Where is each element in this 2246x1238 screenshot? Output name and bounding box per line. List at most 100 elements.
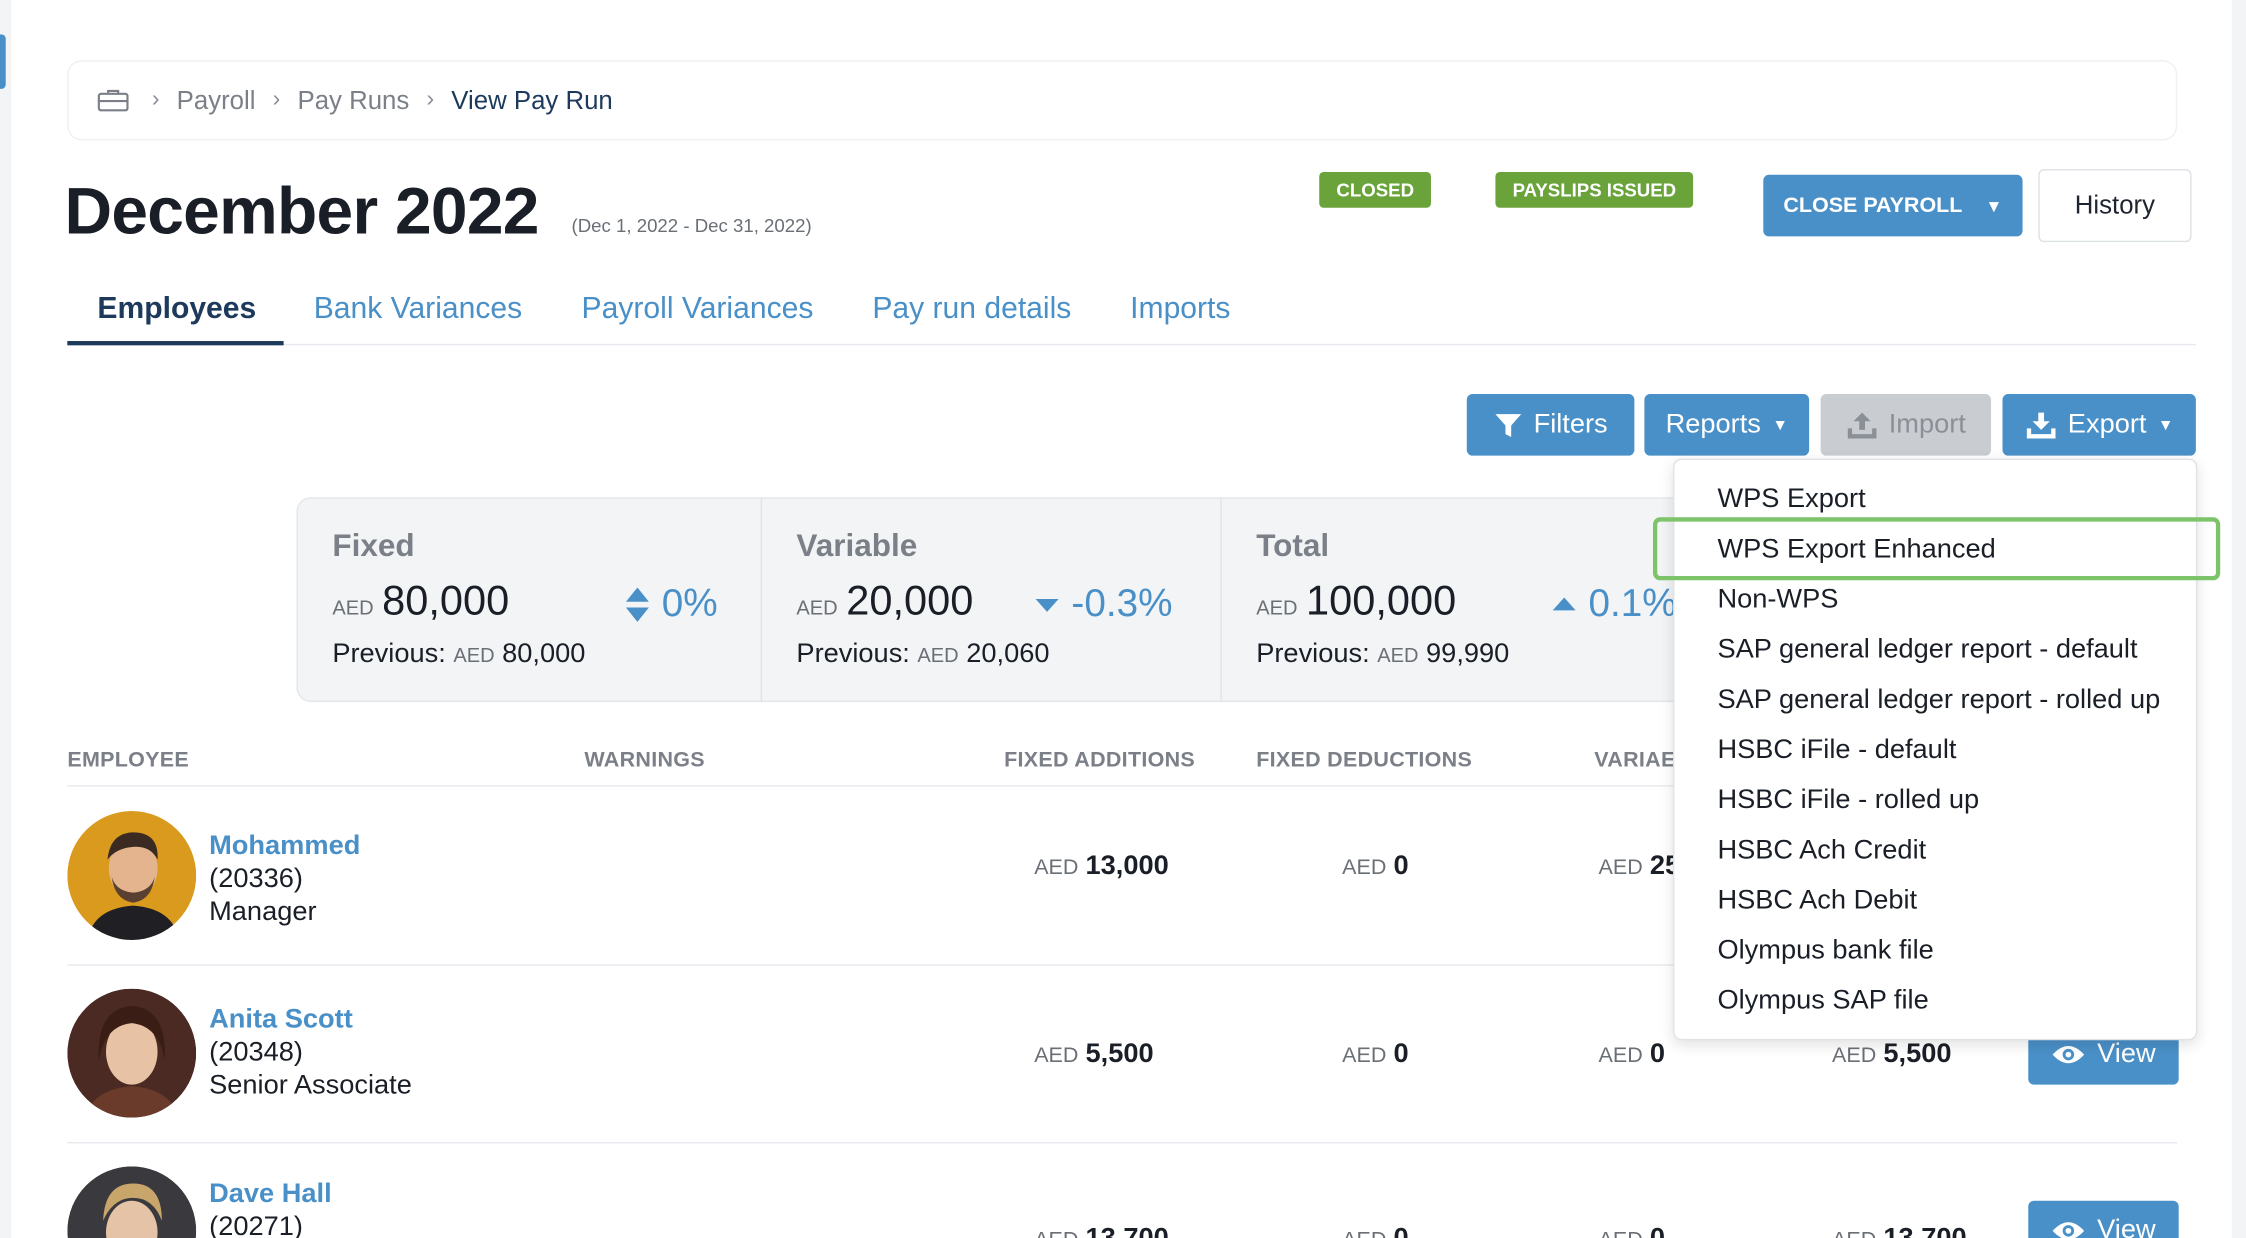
breadcrumb-payroll[interactable]: Payroll bbox=[177, 85, 256, 115]
employee-name-link[interactable]: Mohammed bbox=[209, 831, 360, 863]
summary-value: AED 80,000 bbox=[332, 578, 510, 625]
breadcrumb-view-pay-run: View Pay Run bbox=[451, 85, 613, 114]
employee-id: (20348) bbox=[209, 1037, 303, 1068]
fixed-deductions-value: AED0 bbox=[1342, 1224, 1408, 1238]
summary-change: 0% bbox=[625, 582, 718, 626]
history-button[interactable]: History bbox=[2038, 169, 2192, 243]
export-label: Export bbox=[2067, 409, 2147, 440]
view-label: View bbox=[2097, 1215, 2156, 1238]
page-title: December 2022 bbox=[64, 173, 539, 248]
tab-pay-run-details[interactable]: Pay run details bbox=[872, 292, 1071, 326]
caret-down-icon[interactable]: ▼ bbox=[1965, 196, 2022, 216]
menu-item-sap-gl-rolled-up[interactable]: SAP general ledger report - rolled up bbox=[1717, 685, 2160, 717]
menu-item-sap-gl-default[interactable]: SAP general ledger report - default bbox=[1717, 635, 2137, 667]
row-divider bbox=[67, 1141, 2178, 1144]
view-label: View bbox=[2097, 1038, 2156, 1069]
import-button[interactable]: Import bbox=[1820, 394, 1992, 456]
summary-fixed: Fixed AED 80,000 0% Previous: AED 80,000 bbox=[298, 499, 761, 701]
employee-role: Senior Associate bbox=[209, 1070, 412, 1101]
export-button[interactable]: Export ▼ bbox=[2002, 394, 2196, 456]
fixed-additions-value: AED 13,000 bbox=[1034, 851, 1169, 882]
chevron-right-icon: › bbox=[272, 87, 281, 112]
fixed-additions-value: AED13,700 bbox=[1034, 1224, 1169, 1238]
summary-change: -0.3% bbox=[1034, 582, 1172, 626]
status-badge-payslips-issued: PAYSLIPS ISSUED bbox=[1495, 171, 1694, 208]
summary-previous: Previous: AED 80,000 bbox=[332, 639, 586, 670]
caret-down-icon bbox=[1035, 598, 1059, 612]
summary-value: AED 20,000 bbox=[796, 578, 974, 625]
menu-item-hsbc-ach-credit[interactable]: HSBC Ach Credit bbox=[1717, 835, 1926, 867]
chevron-right-icon: › bbox=[151, 87, 160, 112]
tab-bank-variances[interactable]: Bank Variances bbox=[314, 292, 522, 326]
column-header-fixed-additions[interactable]: FIXED ADDITIONS bbox=[1004, 748, 1195, 772]
tab-employees[interactable]: Employees bbox=[97, 292, 256, 326]
reports-label: Reports bbox=[1665, 409, 1761, 440]
avatar[interactable] bbox=[67, 811, 197, 940]
menu-item-olympus-bank-file[interactable]: Olympus bank file bbox=[1717, 936, 1933, 968]
summary-previous: Previous: AED 99,990 bbox=[1256, 639, 1510, 670]
employee-id: (20271) bbox=[209, 1212, 303, 1238]
fixed-deductions-value: AED0 bbox=[1342, 1038, 1409, 1069]
menu-item-wps-export[interactable]: WPS Export bbox=[1717, 484, 1865, 516]
status-badge-closed: CLOSED bbox=[1319, 171, 1432, 208]
tab-imports[interactable]: Imports bbox=[1130, 292, 1230, 326]
summary-panel: Fixed AED 80,000 0% Previous: AED 80,000 … bbox=[296, 497, 1729, 703]
close-payroll-button[interactable]: CLOSE PAYROLL ▼ bbox=[1763, 174, 2023, 237]
column-header-fixed-deductions[interactable]: FIXED DEDUCTIONS bbox=[1256, 748, 1472, 772]
filters-label: Filters bbox=[1533, 409, 1608, 440]
download-icon bbox=[2026, 411, 2055, 438]
variable-value: AED0 bbox=[1598, 1038, 1666, 1069]
filter-icon bbox=[1494, 413, 1521, 437]
column-header-variable[interactable]: VARIAE bbox=[1594, 748, 1675, 772]
fixed-deductions-value: AED0 bbox=[1342, 851, 1409, 882]
right-scroll-edge bbox=[2231, 0, 2246, 1238]
column-header-warnings[interactable]: WARNINGS bbox=[584, 748, 704, 772]
avatar[interactable] bbox=[67, 1166, 197, 1238]
employee-role: Manager bbox=[209, 896, 317, 928]
net-pay-value: AED 5,500 bbox=[1832, 1038, 1952, 1069]
breadcrumb-pay-runs[interactable]: Pay Runs bbox=[297, 85, 409, 115]
avatar[interactable] bbox=[67, 988, 197, 1118]
date-range: (Dec 1, 2022 - Dec 31, 2022) bbox=[571, 214, 812, 237]
employee-id: (20336) bbox=[209, 864, 303, 895]
menu-item-hsbc-ifile-default[interactable]: HSBC iFile - default bbox=[1717, 735, 1956, 767]
table-row: Dave Hall (20271) AED13,700 AED0 AED0 AE… bbox=[67, 1166, 2179, 1238]
summary-previous: Previous: AED 20,060 bbox=[796, 639, 1050, 670]
filters-button[interactable]: Filters bbox=[1466, 394, 1635, 456]
breadcrumb: › Payroll › Pay Runs › View Pay Run bbox=[67, 60, 2178, 141]
eye-icon bbox=[2052, 1222, 2085, 1238]
sort-neutral-icon bbox=[625, 586, 649, 622]
import-label: Import bbox=[1888, 409, 1966, 440]
summary-label: Total bbox=[1256, 527, 1330, 564]
summary-label: Variable bbox=[796, 527, 918, 564]
summary-label: Fixed bbox=[332, 527, 415, 564]
app-canvas: › Payroll › Pay Runs › View Pay Run Dece… bbox=[0, 0, 2246, 1238]
tab-payroll-variances[interactable]: Payroll Variances bbox=[582, 292, 814, 326]
net-pay-value: AED13,700 bbox=[1832, 1224, 1967, 1238]
view-button[interactable]: View bbox=[2028, 1200, 2179, 1238]
summary-change: 0.1% bbox=[1551, 582, 1677, 626]
reports-button[interactable]: Reports ▼ bbox=[1644, 394, 1810, 456]
menu-item-olympus-sap-file[interactable]: Olympus SAP file bbox=[1717, 986, 1928, 1018]
employee-name-link[interactable]: Anita Scott bbox=[209, 1004, 353, 1036]
column-header-employee[interactable]: EMPLOYEE bbox=[67, 748, 189, 772]
employee-name-link[interactable]: Dave Hall bbox=[209, 1179, 332, 1211]
variable-value: AED 25 bbox=[1598, 851, 1681, 882]
fixed-additions-value: AED 5,500 bbox=[1034, 1038, 1154, 1069]
caret-up-icon bbox=[1552, 596, 1576, 610]
chevron-right-icon: › bbox=[426, 87, 435, 112]
active-tab-indicator bbox=[67, 341, 284, 346]
upload-icon bbox=[1847, 411, 1876, 438]
summary-value: AED 100,000 bbox=[1256, 578, 1457, 625]
menu-item-non-wps[interactable]: Non-WPS bbox=[1717, 585, 1838, 617]
briefcase-icon[interactable] bbox=[97, 89, 129, 112]
menu-item-hsbc-ifile-rolled-up[interactable]: HSBC iFile - rolled up bbox=[1717, 785, 1979, 817]
summary-variable: Variable AED 20,000 -0.3% Previous: AED 2… bbox=[760, 498, 1221, 701]
variable-value: AED0 bbox=[1599, 1224, 1665, 1238]
caret-down-icon: ▼ bbox=[2157, 416, 2174, 434]
sidebar-toggle[interactable] bbox=[0, 34, 6, 89]
tab-bar: Employees Bank Variances Payroll Varianc… bbox=[67, 281, 2196, 346]
eye-icon bbox=[2052, 1045, 2085, 1064]
close-payroll-label: CLOSE PAYROLL bbox=[1783, 193, 1963, 218]
menu-item-hsbc-ach-debit[interactable]: HSBC Ach Debit bbox=[1717, 886, 1917, 918]
